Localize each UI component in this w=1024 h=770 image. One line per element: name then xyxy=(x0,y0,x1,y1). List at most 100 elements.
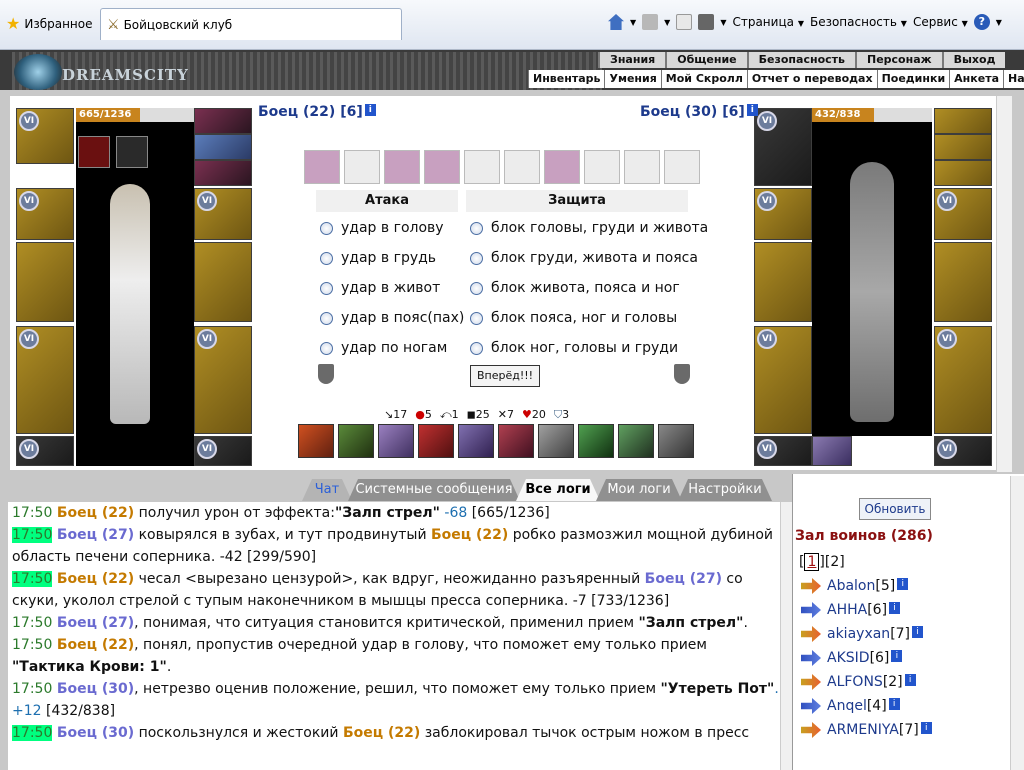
spell-slot[interactable] xyxy=(464,150,500,184)
opponent-legs-slot[interactable]: VI xyxy=(934,326,992,434)
fight-arrow-icon[interactable] xyxy=(801,602,821,618)
fight-arrow-icon[interactable] xyxy=(801,578,821,594)
tab-system[interactable]: Системные сообщения xyxy=(348,479,520,501)
page-menu[interactable]: Страница ▼ xyxy=(732,15,804,29)
feeds-icon[interactable] xyxy=(642,14,659,30)
boots-slot[interactable]: VI xyxy=(194,436,252,466)
radio-icon[interactable] xyxy=(320,251,333,265)
submenu-profile[interactable]: Анкета xyxy=(949,70,1003,88)
chevron-down-icon[interactable]: ▼ xyxy=(720,18,726,27)
attack-legs-radio[interactable]: удар по ногам xyxy=(320,340,447,356)
attack-button[interactable]: Вперёд!!! xyxy=(470,365,540,387)
submenu-settings[interactable]: Настро xyxy=(1003,70,1024,88)
refresh-shield-icon[interactable] xyxy=(674,364,690,384)
refresh-button[interactable]: Обновить xyxy=(859,498,931,520)
player-row[interactable]: ALFONS[2] i xyxy=(801,674,916,690)
info-icon[interactable]: i xyxy=(912,626,924,638)
left-avatar[interactable] xyxy=(76,122,194,466)
submenu-scroll[interactable]: Мой Скролл xyxy=(660,70,747,88)
spell-slot[interactable] xyxy=(664,150,700,184)
spell-slot[interactable] xyxy=(384,150,420,184)
tab-all-logs[interactable]: Все логи xyxy=(516,479,600,501)
opponent-pet-slot[interactable] xyxy=(812,436,852,466)
radio-icon[interactable] xyxy=(470,311,483,325)
info-icon[interactable]: i xyxy=(920,722,932,734)
page-2-link[interactable]: 2 xyxy=(830,554,839,570)
block-4-radio[interactable]: блок пояса, ног и головы xyxy=(470,310,677,326)
block-5-radio[interactable]: блок ног, головы и груди xyxy=(470,340,678,356)
amulet-slot[interactable] xyxy=(194,134,252,160)
tab-settings[interactable]: Настройки xyxy=(678,479,772,501)
fighter-link[interactable]: Боец (22) xyxy=(57,571,134,587)
fighter-link[interactable]: Боец (22) xyxy=(343,725,420,741)
opponent-shield-slot[interactable] xyxy=(934,242,992,322)
submenu-skills[interactable]: Умения xyxy=(604,70,660,88)
radio-icon[interactable] xyxy=(320,311,333,325)
trick-dagger-icon[interactable] xyxy=(658,424,694,458)
player-name[interactable]: Anqel xyxy=(827,698,867,714)
menu-communication[interactable]: Общение xyxy=(665,52,747,68)
page-1-link[interactable]: 1 xyxy=(804,553,820,571)
armor-slot[interactable]: VI xyxy=(16,326,74,434)
chevron-down-icon[interactable]: ▼ xyxy=(664,18,670,27)
right-fighter-name[interactable]: Боец (30) [6] i xyxy=(640,104,758,120)
tools-menu[interactable]: Сервис ▼ xyxy=(913,15,968,29)
info-icon[interactable]: i xyxy=(897,578,909,590)
menu-exit[interactable]: Выход xyxy=(941,52,1006,68)
trick-wind-icon[interactable] xyxy=(618,424,654,458)
fighter-link[interactable]: Боец (30) xyxy=(57,681,134,697)
rings-slot[interactable] xyxy=(194,160,252,186)
chevron-down-icon[interactable]: ▼ xyxy=(630,18,636,27)
spell-slot[interactable] xyxy=(544,150,580,184)
tab-my-logs[interactable]: Мои логи xyxy=(596,479,682,501)
belt-slot[interactable]: VI xyxy=(16,436,74,466)
home-icon[interactable] xyxy=(608,14,624,30)
fighter-link[interactable]: Боец (27) xyxy=(57,527,134,543)
submenu-fights[interactable]: Поединки xyxy=(876,70,950,88)
player-row[interactable]: АННА[6] i xyxy=(801,602,901,618)
player-name[interactable]: akiayxan xyxy=(827,626,890,642)
spell-slot[interactable] xyxy=(504,150,540,184)
shield-icon[interactable] xyxy=(318,364,334,384)
earrings-slot[interactable] xyxy=(194,108,252,134)
safety-menu[interactable]: Безопасность ▼ xyxy=(810,15,907,29)
help-icon[interactable]: ? xyxy=(973,14,990,30)
player-name[interactable]: ALFONS xyxy=(827,674,883,690)
opponent-weapon-slot[interactable] xyxy=(754,242,812,322)
fight-arrow-icon[interactable] xyxy=(801,626,821,642)
weapon-slot[interactable] xyxy=(16,242,74,322)
submenu-inventory[interactable]: Инвентарь xyxy=(528,70,604,88)
opponent-bracers-slot[interactable]: VI xyxy=(754,188,812,240)
trick-shield-icon[interactable] xyxy=(338,424,374,458)
fighter-link[interactable]: Боец (22) xyxy=(57,505,134,521)
fighter-link[interactable]: Боец (30) xyxy=(57,725,134,741)
player-row[interactable]: Abalon[5] i xyxy=(801,578,909,594)
menu-security[interactable]: Безопасность xyxy=(746,52,855,68)
side-scrollbar[interactable] xyxy=(1010,476,1024,770)
spell-slot[interactable] xyxy=(624,150,660,184)
opponent-gloves-slot[interactable]: VI xyxy=(934,188,992,240)
radio-icon[interactable] xyxy=(320,341,333,355)
radio-icon[interactable] xyxy=(470,341,483,355)
trick-leaf-icon[interactable] xyxy=(578,424,614,458)
spell-slot[interactable] xyxy=(584,150,620,184)
legs-slot[interactable]: VI xyxy=(194,326,252,434)
radio-icon[interactable] xyxy=(470,251,483,265)
trick-strike-icon[interactable] xyxy=(458,424,494,458)
left-fighter-name[interactable]: Боец (22) [6] i xyxy=(258,104,376,120)
fighter-link[interactable]: Боец (27) xyxy=(57,615,134,631)
radio-icon[interactable] xyxy=(470,281,483,295)
fighter-link[interactable]: Боец (22) xyxy=(57,637,134,653)
gloves-slot[interactable]: VI xyxy=(194,188,252,240)
shield-slot[interactable] xyxy=(194,242,252,322)
fight-arrow-icon[interactable] xyxy=(801,698,821,714)
trick-blade-icon[interactable] xyxy=(378,424,414,458)
opponent-armor-slot[interactable]: VI xyxy=(754,326,812,434)
tab-chat[interactable]: Чат xyxy=(302,479,352,501)
opponent-rings-slot[interactable] xyxy=(934,160,992,186)
player-name[interactable]: AKSID xyxy=(827,650,870,666)
info-icon[interactable]: i xyxy=(888,698,900,710)
chat-scrollbar[interactable] xyxy=(780,502,792,770)
mail-icon[interactable] xyxy=(676,14,693,30)
menu-knowledge[interactable]: Знания xyxy=(598,52,666,68)
